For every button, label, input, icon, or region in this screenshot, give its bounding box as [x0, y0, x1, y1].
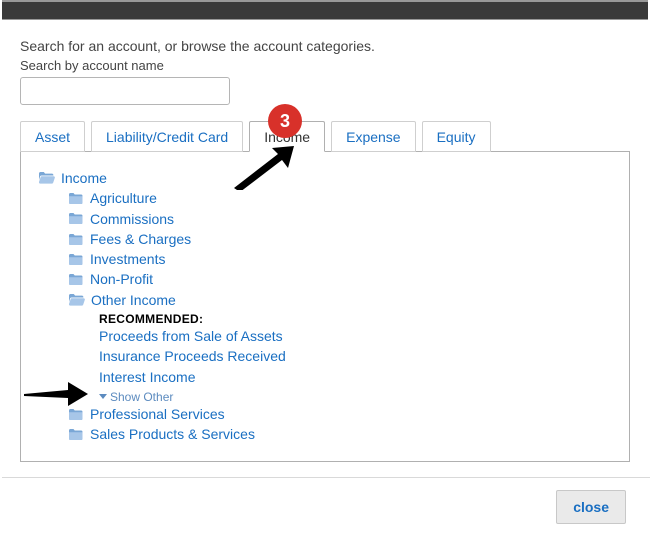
tab-expense[interactable]: Expense — [331, 121, 415, 152]
tree-node-agriculture[interactable]: Agriculture — [35, 188, 615, 208]
folder-icon — [69, 409, 84, 420]
tab-equity[interactable]: Equity — [422, 121, 491, 152]
tree-label: Non-Profit — [90, 269, 153, 289]
tree-label: Insurance Proceeds Received — [99, 346, 286, 366]
recommended-item[interactable]: Interest Income — [35, 367, 615, 387]
show-other-toggle[interactable]: Show Other — [35, 390, 615, 404]
tree-node-income[interactable]: Income — [35, 168, 615, 188]
tab-asset[interactable]: Asset — [20, 121, 85, 152]
folder-icon — [69, 234, 84, 245]
search-input[interactable] — [20, 77, 230, 105]
category-panel: Income Agriculture Commissions Fees & Ch… — [20, 151, 630, 462]
folder-open-icon — [39, 172, 55, 184]
tree-label: Agriculture — [90, 188, 157, 208]
tree-node-other-income[interactable]: Other Income — [35, 290, 615, 310]
intro-text: Search for an account, or browse the acc… — [20, 38, 630, 54]
tree-label: Interest Income — [99, 367, 196, 387]
folder-icon — [69, 193, 84, 204]
tree-node-nonprofit[interactable]: Non-Profit — [35, 269, 615, 289]
modal-body: Search for an account, or browse the acc… — [0, 20, 650, 462]
tree-label: Other Income — [91, 290, 176, 310]
tree-label: Proceeds from Sale of Assets — [99, 326, 283, 346]
recommended-item[interactable]: Proceeds from Sale of Assets — [35, 326, 615, 346]
search-label: Search by account name — [20, 58, 630, 73]
tree-node-sales[interactable]: Sales Products & Services — [35, 424, 615, 444]
folder-open-icon — [69, 294, 85, 306]
tab-income[interactable]: Income — [249, 121, 325, 152]
recommended-heading: RECOMMENDED: — [35, 312, 615, 326]
tree-label: Investments — [90, 249, 165, 269]
tree-node-fees[interactable]: Fees & Charges — [35, 229, 615, 249]
tree-label: Income — [61, 168, 107, 188]
tree-label: Sales Products & Services — [90, 424, 255, 444]
folder-icon — [69, 213, 84, 224]
tree-node-investments[interactable]: Investments — [35, 249, 615, 269]
tree-node-professional[interactable]: Professional Services — [35, 404, 615, 424]
account-tree: Income Agriculture Commissions Fees & Ch… — [35, 168, 615, 445]
tab-liability[interactable]: Liability/Credit Card — [91, 121, 243, 152]
tree-label: Commissions — [90, 209, 174, 229]
recommended-item[interactable]: Insurance Proceeds Received — [35, 346, 615, 366]
folder-icon — [69, 274, 84, 285]
folder-icon — [69, 254, 84, 265]
tree-label: Professional Services — [90, 404, 225, 424]
folder-icon — [69, 429, 84, 440]
chevron-down-icon — [99, 394, 107, 399]
tree-label: Fees & Charges — [90, 229, 191, 249]
category-tabs: Asset Liability/Credit Card Income Expen… — [20, 121, 630, 152]
show-other-label: Show Other — [110, 390, 173, 404]
close-button[interactable]: close — [556, 490, 626, 524]
modal-header-bar — [2, 0, 648, 20]
modal-footer: close — [2, 477, 650, 536]
tree-node-commissions[interactable]: Commissions — [35, 209, 615, 229]
